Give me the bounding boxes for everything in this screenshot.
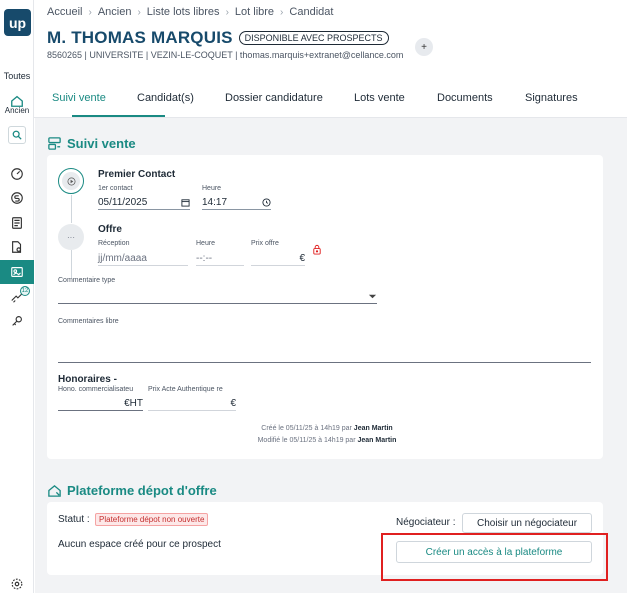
offre-heure-label: Heure bbox=[196, 240, 216, 247]
prix-acte-input[interactable]: € bbox=[148, 397, 236, 411]
choose-negociateur-button[interactable]: Choisir un négociateur bbox=[462, 513, 592, 533]
chevron-right-icon: › bbox=[225, 6, 229, 18]
main-content: Suivi vente Premier Contact 1er contact … bbox=[35, 118, 627, 593]
notification-badge: 12 bbox=[20, 286, 30, 296]
timeline-line bbox=[71, 195, 72, 223]
offre-prix-unit: € bbox=[299, 253, 305, 264]
search-icon bbox=[12, 130, 22, 140]
tab-documents[interactable]: Documents bbox=[437, 92, 493, 104]
play-icon bbox=[62, 172, 80, 190]
sidebar-search-button[interactable] bbox=[8, 126, 26, 144]
tab-dossier-candidature[interactable]: Dossier candidature bbox=[225, 92, 323, 104]
status-pill: DISPONIBLE AVEC PROSPECTS bbox=[238, 31, 389, 45]
statut-label: Statut : bbox=[58, 514, 90, 525]
offre-reception-input[interactable]: jj/mm/aaaa bbox=[98, 252, 188, 266]
suivi-title-text: Suivi vente bbox=[67, 136, 136, 151]
sidebar-ancien-label[interactable]: Ancien bbox=[0, 106, 34, 115]
premier-contact-date-value: 05/11/2025 bbox=[98, 197, 148, 208]
premier-contact-date-input[interactable]: 05/11/2025 bbox=[98, 196, 190, 210]
premier-contact-time-value: 14:17 bbox=[202, 197, 228, 208]
premier-contact-time-input[interactable]: 14:17 bbox=[202, 196, 271, 210]
modified-by: Jean Martin bbox=[357, 437, 397, 444]
clock-icon[interactable] bbox=[262, 198, 271, 207]
highlight-box bbox=[381, 533, 608, 581]
statut-badge: Plateforme dépot non ouverte bbox=[95, 513, 209, 526]
breadcrumb-candidat: Candidat bbox=[289, 6, 334, 18]
page-title: M. THOMAS MARQUIS bbox=[47, 28, 233, 47]
prix-acte-unit: € bbox=[230, 398, 236, 409]
document-search-icon[interactable] bbox=[0, 235, 34, 259]
premier-contact-time-label: Heure bbox=[202, 185, 222, 192]
offre-heure-placeholder: --:-- bbox=[196, 253, 213, 264]
empty-platform-text: Aucun espace créé pour ce prospect bbox=[58, 539, 221, 550]
tracking-icon bbox=[48, 137, 61, 150]
created-info: Créé le 05/11/25 à 14h19 par Jean Martin bbox=[227, 425, 427, 432]
breadcrumb-lot-libre[interactable]: Lot libre bbox=[235, 6, 274, 18]
chevron-right-icon: › bbox=[280, 6, 284, 18]
settings-gear-icon[interactable] bbox=[0, 572, 34, 593]
gauge-icon[interactable] bbox=[0, 162, 34, 186]
plateforme-title-text: Plateforme dépot d'offre bbox=[67, 483, 217, 498]
hono-unit: €HT bbox=[124, 398, 143, 409]
hono-commercialisateur-input[interactable]: €HT bbox=[58, 397, 143, 411]
commentaires-libre-textarea[interactable] bbox=[58, 349, 591, 363]
commentaires-libre-label: Commentaires libre bbox=[58, 318, 119, 325]
tab-lots-vente[interactable]: Lots vente bbox=[354, 92, 405, 104]
document-list-icon[interactable] bbox=[0, 211, 34, 235]
dollar-icon[interactable] bbox=[0, 186, 34, 210]
breadcrumb-liste-lots[interactable]: Liste lots libres bbox=[147, 6, 220, 18]
section-title-suivi: Suivi vente bbox=[47, 136, 136, 151]
suivi-vente-nav-icon[interactable] bbox=[0, 260, 34, 284]
modified-info: Modifié le 05/11/25 à 14h19 par Jean Mar… bbox=[227, 437, 427, 444]
offre-prix-input[interactable]: € bbox=[251, 252, 305, 266]
offre-reception-label: Réception bbox=[98, 240, 130, 247]
calendar-icon[interactable] bbox=[181, 198, 190, 207]
tab-suivi-vente[interactable]: Suivi vente bbox=[52, 92, 106, 104]
offre-prix-label: Prix offre bbox=[251, 240, 279, 247]
tab-signatures[interactable]: Signatures bbox=[525, 92, 578, 104]
premier-contact-date-label: 1er contact bbox=[98, 185, 133, 192]
step-premier-contact bbox=[58, 168, 84, 194]
active-tab-indicator bbox=[72, 115, 165, 117]
sidebar-toutes-label[interactable]: Toutes bbox=[0, 71, 34, 81]
hono-commercialisateur-label: Hono. commercialisateu bbox=[58, 386, 134, 393]
suivi-card: Premier Contact 1er contact Heure 05/11/… bbox=[47, 155, 603, 459]
negociateur-label: Négociateur : bbox=[396, 517, 456, 528]
step-offre: ··· bbox=[58, 224, 84, 250]
prix-acte-label: Prix Acte Authentique re bbox=[148, 386, 223, 393]
created-by: Jean Martin bbox=[353, 425, 393, 432]
chevron-right-icon: › bbox=[88, 6, 92, 18]
offre-heure-input[interactable]: --:-- bbox=[196, 252, 244, 266]
candidate-info-line: 8560265 | UNIVERSITE | VEZIN-LE-COQUET |… bbox=[47, 50, 404, 60]
key-icon[interactable] bbox=[0, 309, 34, 333]
add-button[interactable]: + bbox=[415, 38, 433, 56]
tab-bar: Suivi vente Candidat(s) Dossier candidat… bbox=[34, 84, 627, 118]
breadcrumb: Accueil › Ancien › Liste lots libres › L… bbox=[47, 6, 333, 18]
house-icon bbox=[48, 484, 61, 497]
modified-text: Modifié le 05/11/25 à 14h19 par bbox=[257, 437, 358, 444]
chevron-right-icon: › bbox=[137, 6, 141, 18]
lock-icon[interactable] bbox=[312, 244, 322, 255]
premier-contact-title: Premier Contact bbox=[98, 169, 176, 180]
title-row: M. THOMAS MARQUIS DISPONIBLE AVEC PROSPE… bbox=[47, 28, 389, 48]
app-logo[interactable]: up bbox=[4, 9, 31, 36]
tab-candidats[interactable]: Candidat(s) bbox=[137, 92, 194, 104]
more-dots-icon: ··· bbox=[67, 232, 75, 242]
honoraires-title: Honoraires - bbox=[58, 374, 117, 385]
section-title-plateforme: Plateforme dépot d'offre bbox=[47, 483, 217, 498]
offre-reception-placeholder: jj/mm/aaaa bbox=[98, 253, 147, 264]
commentaire-type-label: Commentaire type bbox=[58, 277, 116, 284]
breadcrumb-accueil[interactable]: Accueil bbox=[47, 6, 82, 18]
commentaire-type-select[interactable] bbox=[58, 290, 377, 304]
dropdown-arrow-icon[interactable] bbox=[368, 292, 377, 301]
left-sidebar: up Toutes Ancien 12 bbox=[0, 0, 34, 593]
offre-title: Offre bbox=[98, 224, 122, 235]
breadcrumb-ancien[interactable]: Ancien bbox=[98, 6, 132, 18]
timeline-line bbox=[71, 250, 72, 278]
created-text: Créé le 05/11/25 à 14h19 par bbox=[261, 425, 354, 432]
